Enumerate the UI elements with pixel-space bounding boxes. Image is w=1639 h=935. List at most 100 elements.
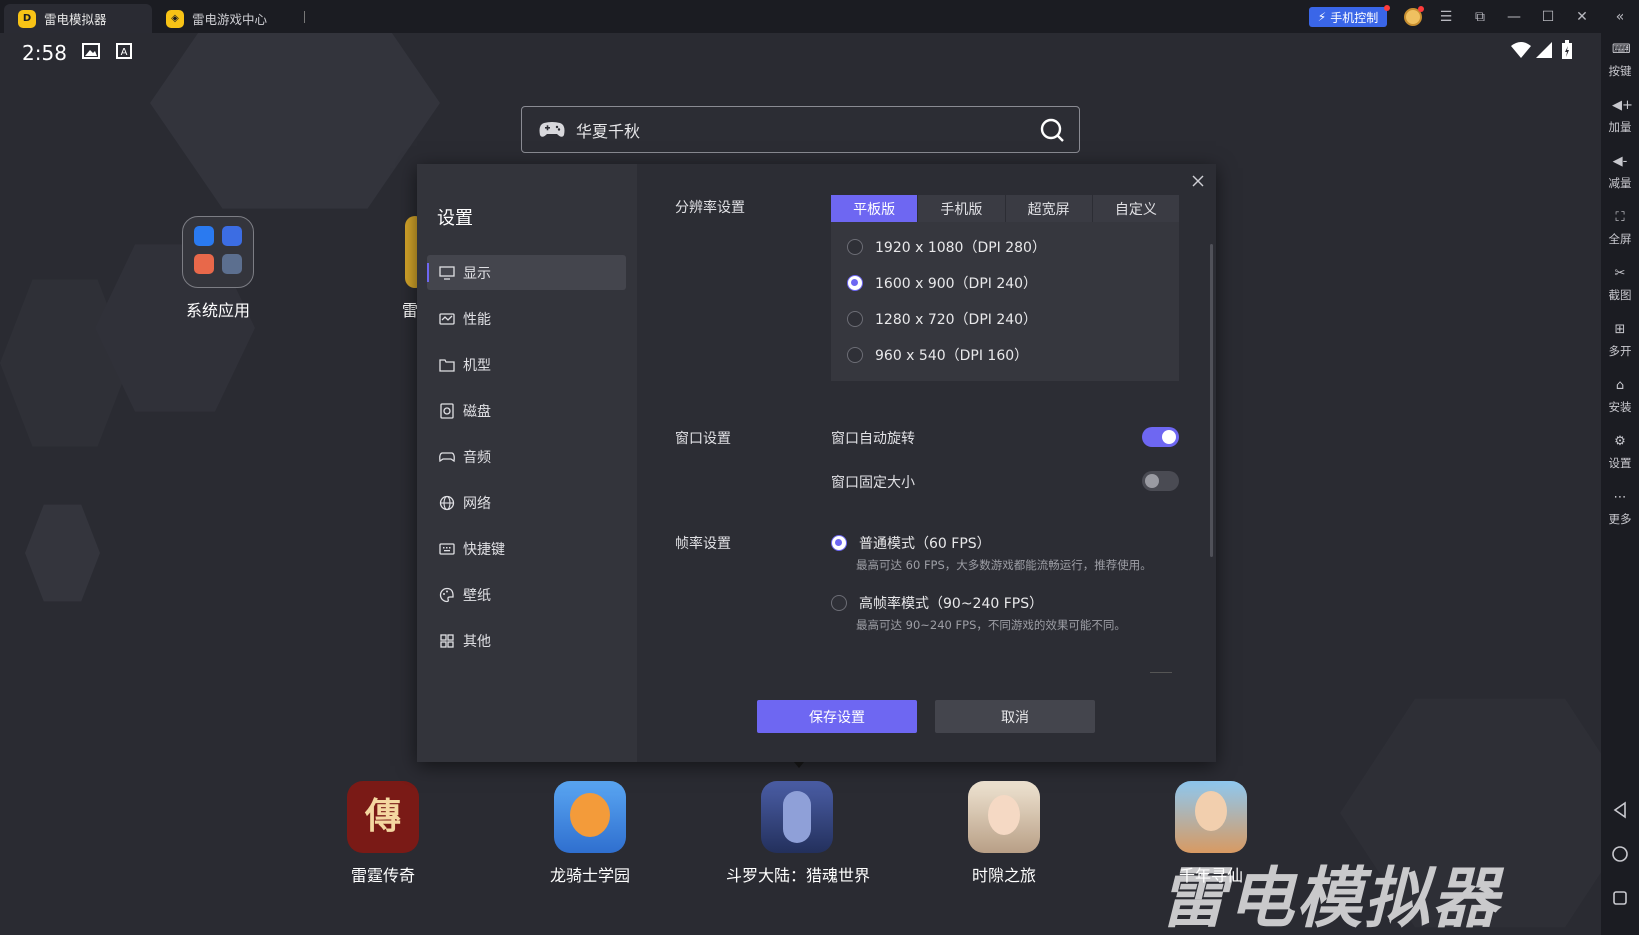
- app-leiting-chuanqi[interactable]: 傳: [347, 781, 419, 853]
- browser-app-icon: [222, 226, 242, 246]
- keyboard-icon: [439, 542, 455, 555]
- resolution-option-label: 1600 x 900（DPI 240）: [875, 276, 1038, 292]
- close-window-icon[interactable]: ✕: [1572, 7, 1592, 27]
- back-icon[interactable]: [1611, 801, 1629, 819]
- wifi-icon: [1511, 42, 1531, 58]
- app-qiannian-xunxian[interactable]: [1175, 781, 1247, 853]
- toolbar-settings[interactable]: ⚙ 设置: [1601, 429, 1639, 477]
- status-time: 2:58: [22, 41, 67, 65]
- apk-icon: ⌂: [1615, 378, 1625, 393]
- phone-control-button[interactable]: ⚡ 手机控制: [1309, 5, 1390, 27]
- tab-ldplayer[interactable]: D 雷电模拟器: [4, 4, 152, 33]
- resolution-section-label: 分辨率设置: [675, 200, 745, 216]
- tab-custom[interactable]: 自定义: [1093, 195, 1179, 222]
- toolbar-fullscreen[interactable]: ⛶ 全屏: [1601, 205, 1639, 253]
- gallery-app-icon: [194, 254, 214, 274]
- tab-tablet[interactable]: 平板版: [831, 195, 919, 222]
- framerate-option-normal[interactable]: 普通模式（60 FPS）: [831, 533, 991, 553]
- fixed-size-toggle[interactable]: [1142, 471, 1179, 491]
- dock-label: 时隙之旅: [971, 866, 1036, 885]
- resolution-option-1600[interactable]: 1600 x 900（DPI 240）: [847, 273, 1037, 293]
- framerate-section-label: 帧率设置: [675, 536, 731, 552]
- save-settings-button[interactable]: 保存设置: [757, 700, 917, 733]
- toolbar-volume-down[interactable]: ◀- 减量: [1601, 149, 1639, 197]
- app-art: [783, 791, 811, 843]
- auto-rotate-toggle[interactable]: [1142, 427, 1179, 447]
- toolbar-volume-up-label: 加量: [1608, 120, 1632, 134]
- menu-item-audio[interactable]: 音频: [427, 439, 626, 474]
- menu-item-model[interactable]: 机型: [427, 347, 626, 382]
- radio-button[interactable]: [831, 595, 847, 611]
- lightning-icon: ⚡: [1317, 10, 1327, 24]
- radio-button[interactable]: [847, 311, 863, 327]
- menu-item-network[interactable]: 网络: [427, 485, 626, 520]
- menu-label: 显示: [463, 265, 491, 282]
- app-shixi-zhilv[interactable]: [968, 781, 1040, 853]
- toolbar-install[interactable]: ⌂ 安装: [1601, 373, 1639, 421]
- resolution-option-1280[interactable]: 1280 x 720（DPI 240）: [847, 309, 1037, 329]
- menu-item-display[interactable]: 显示: [427, 255, 626, 290]
- resolution-option-960[interactable]: 960 x 540（DPI 160）: [847, 345, 1028, 365]
- dock-label: 龙骑士学园: [549, 866, 630, 885]
- toolbar-multi-instance[interactable]: ⊞ 多开: [1601, 317, 1639, 365]
- tab-ultrawide[interactable]: 超宽屏: [1006, 195, 1093, 222]
- right-toolbar: ⌨ 按键 ◀+ 加量 ◀- 减量 ⛶ 全屏 ✂ 截图 ⊞ 多开 ⌂ 安装 ⚙ 设置 ⋯ 更多: [1601, 33, 1639, 935]
- menu-label: 磁盘: [463, 403, 491, 420]
- folder-icon: [439, 358, 455, 372]
- multi-instance-icon: ⊞: [1614, 322, 1626, 337]
- settings-sidebar: 设置 显示 性能 机型 磁盘 音频 网络 快捷键 壁纸 其他: [417, 164, 637, 762]
- framerate-option-high[interactable]: 高帧率模式（90~240 FPS）: [831, 593, 1043, 613]
- resolution-option-label: 1280 x 720（DPI 240）: [875, 312, 1038, 328]
- resolution-option-label: 1920 x 1080（DPI 280）: [875, 240, 1046, 256]
- framerate-hint: 最高可达 90~240 FPS，不同游戏的效果可能不同。: [856, 618, 1126, 632]
- menu-icon[interactable]: ☰: [1436, 7, 1456, 27]
- toolbar-screenshot[interactable]: ✂ 截图: [1601, 261, 1639, 309]
- close-dialog-icon[interactable]: [1190, 173, 1206, 189]
- bg-hexagon: [25, 504, 100, 602]
- search-text: 华夏千秋: [576, 121, 641, 141]
- radio-button[interactable]: [847, 347, 863, 363]
- minimize-icon[interactable]: —: [1504, 7, 1524, 27]
- ldplayer-watermark: 雷电模拟器: [1160, 860, 1500, 935]
- radio-button-selected[interactable]: [847, 275, 863, 291]
- home-icon[interactable]: [1611, 845, 1629, 863]
- search-icon[interactable]: [1039, 117, 1065, 143]
- ldplayer-logo-icon: D: [18, 9, 36, 28]
- menu-item-performance[interactable]: 性能: [427, 301, 626, 336]
- scroll-fade-line: [1150, 672, 1172, 673]
- resolution-option-1920[interactable]: 1920 x 1080（DPI 280）: [847, 237, 1046, 257]
- settings-scrollbar[interactable]: [1210, 244, 1213, 557]
- toolbar-more[interactable]: ⋯ 更多: [1601, 485, 1639, 533]
- image-icon: [82, 43, 100, 59]
- system-apps-folder[interactable]: [182, 216, 254, 288]
- bg-hexagon: [150, 33, 440, 209]
- user-avatar[interactable]: [1404, 6, 1424, 26]
- tab-game-center[interactable]: ◈ 雷电游戏中心: [152, 4, 302, 33]
- app-douluo-dalu[interactable]: [761, 781, 833, 853]
- collapse-sidebar-icon[interactable]: «: [1610, 7, 1630, 27]
- menu-item-wallpaper[interactable]: 壁纸: [427, 577, 626, 612]
- fixed-size-label: 窗口固定大小: [831, 475, 915, 491]
- toolbar-volume-down-label: 减量: [1608, 176, 1632, 190]
- settings-icon: ⚙: [1614, 434, 1626, 449]
- menu-label: 网络: [463, 495, 491, 512]
- app-art: [570, 793, 610, 837]
- recents-icon[interactable]: [1611, 889, 1629, 907]
- radio-button[interactable]: [847, 239, 863, 255]
- search-bar[interactable]: 华夏千秋: [521, 106, 1080, 153]
- menu-item-shortcuts[interactable]: 快捷键: [427, 531, 626, 566]
- toolbar-multi-instance-label: 多开: [1608, 344, 1632, 358]
- menu-item-other[interactable]: 其他: [427, 623, 626, 658]
- svg-text:A: A: [121, 47, 128, 58]
- cancel-button[interactable]: 取消: [935, 700, 1095, 733]
- app-longqishi-xueyuan[interactable]: [554, 781, 626, 853]
- menu-item-disk[interactable]: 磁盘: [427, 393, 626, 428]
- radio-button-selected[interactable]: [831, 535, 847, 551]
- toolbar-keymap[interactable]: ⌨ 按键: [1601, 37, 1639, 85]
- title-bar: D 雷电模拟器 ◈ 雷电游戏中心 ⚡ 手机控制 ☰ ⧉ — ☐ ✕ «: [0, 0, 1639, 33]
- tab-phone[interactable]: 手机版: [918, 195, 1006, 222]
- restore-window-icon[interactable]: ⧉: [1470, 7, 1490, 27]
- toolbar-volume-up[interactable]: ◀+ 加量: [1601, 93, 1639, 141]
- framerate-option-label: 普通模式（60 FPS）: [859, 536, 991, 552]
- maximize-icon[interactable]: ☐: [1538, 7, 1558, 27]
